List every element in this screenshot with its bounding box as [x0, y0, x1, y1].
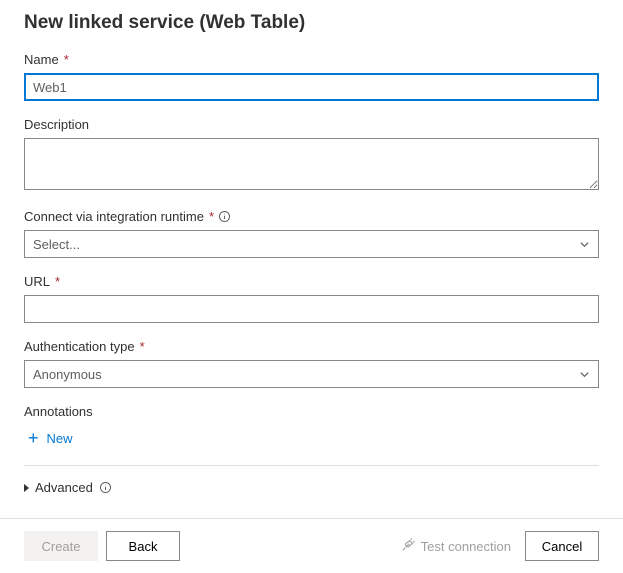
runtime-label: Connect via integration runtime [24, 209, 204, 224]
description-input[interactable] [24, 138, 599, 190]
auth-selected-value: Anonymous [33, 367, 102, 382]
info-icon[interactable] [99, 481, 112, 494]
create-button: Create [24, 531, 98, 561]
description-field: Description [24, 117, 599, 193]
required-mark: * [209, 209, 214, 224]
back-button[interactable]: Back [106, 531, 180, 561]
runtime-select[interactable]: Select... [24, 230, 599, 258]
page-title: New linked service (Web Table) [24, 12, 599, 34]
name-label: Name [24, 52, 59, 67]
plus-icon: + [28, 429, 39, 447]
auth-label: Authentication type [24, 339, 135, 354]
name-field: Name * [24, 52, 599, 101]
chevron-down-icon [579, 369, 590, 380]
chevron-down-icon [579, 239, 590, 250]
advanced-expander[interactable]: Advanced [24, 476, 112, 499]
add-annotation-label: New [47, 431, 73, 446]
triangle-right-icon [24, 484, 29, 492]
required-mark: * [55, 274, 60, 289]
url-label: URL [24, 274, 50, 289]
runtime-field: Connect via integration runtime * Select… [24, 209, 599, 258]
auth-field: Authentication type * Anonymous [24, 339, 599, 388]
url-field: URL * [24, 274, 599, 323]
required-mark: * [140, 339, 145, 354]
required-mark: * [64, 52, 69, 67]
description-label: Description [24, 117, 89, 132]
test-connection-button: Test connection [395, 538, 517, 555]
advanced-label: Advanced [35, 480, 93, 495]
footer: Create Back Test connection Cancel [0, 518, 623, 573]
runtime-selected-value: Select... [33, 237, 80, 252]
annotations-label: Annotations [24, 404, 93, 419]
annotations-field: Annotations + New [24, 404, 599, 457]
info-icon[interactable] [218, 210, 231, 223]
auth-select[interactable]: Anonymous [24, 360, 599, 388]
add-annotation-button[interactable]: + New [24, 429, 73, 447]
name-input[interactable] [24, 73, 599, 101]
divider [24, 465, 599, 466]
plug-icon [401, 538, 415, 555]
url-input[interactable] [24, 295, 599, 323]
cancel-button[interactable]: Cancel [525, 531, 599, 561]
test-connection-label: Test connection [421, 539, 511, 554]
